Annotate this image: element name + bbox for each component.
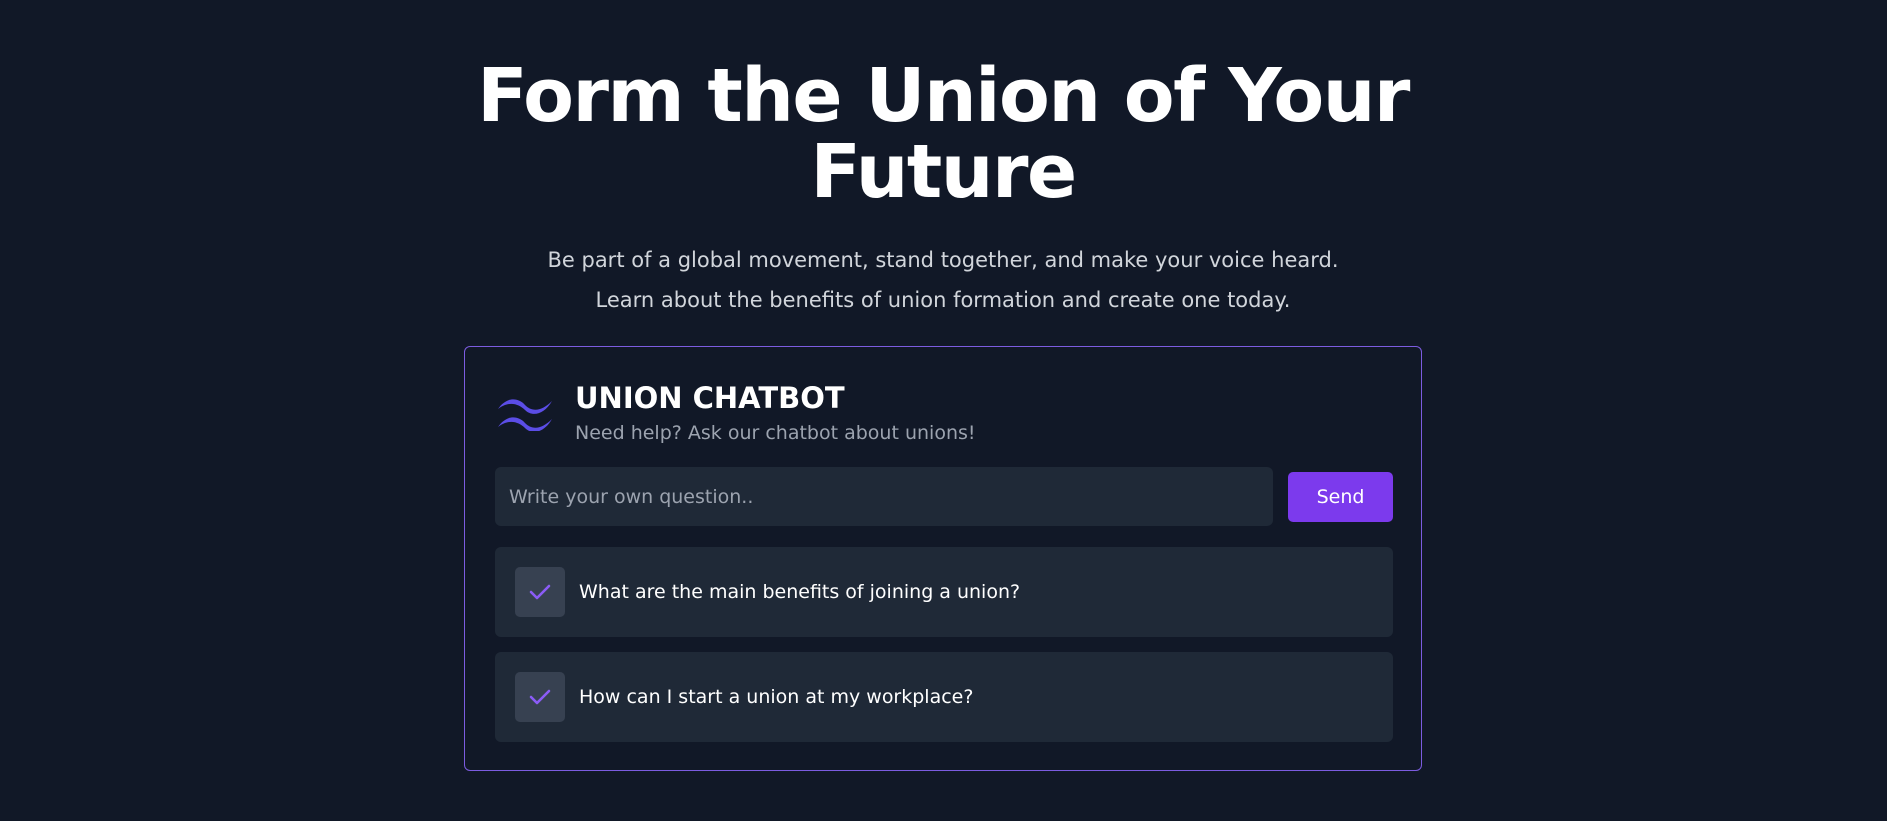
- suggested-question-item[interactable]: What are the main benefits of joining a …: [495, 547, 1393, 637]
- send-button[interactable]: Send: [1288, 472, 1393, 522]
- suggested-question-text: What are the main benefits of joining a …: [579, 581, 1021, 603]
- chatbot-subtitle: Need help? Ask our chatbot about unions!: [575, 422, 976, 444]
- question-input-wrapper: [495, 467, 1273, 526]
- page-title: Form the Union of Your Future: [477, 53, 1410, 215]
- suggestion-check-button[interactable]: [515, 567, 565, 617]
- waves-logo-icon: [496, 395, 554, 432]
- chatbot-card: UNION CHATBOT Need help? Ask our chatbot…: [464, 346, 1422, 771]
- question-input[interactable]: [495, 467, 1273, 526]
- check-icon: [529, 689, 551, 705]
- page-subtitle: Be part of a global movement, stand toge…: [547, 248, 1339, 312]
- chatbot-title: UNION CHATBOT: [575, 381, 845, 415]
- suggestion-check-button[interactable]: [515, 672, 565, 722]
- suggested-question-text: How can I start a union at my workplace?: [579, 686, 974, 708]
- suggested-question-item[interactable]: How can I start a union at my workplace?: [495, 652, 1393, 742]
- check-icon: [529, 584, 551, 600]
